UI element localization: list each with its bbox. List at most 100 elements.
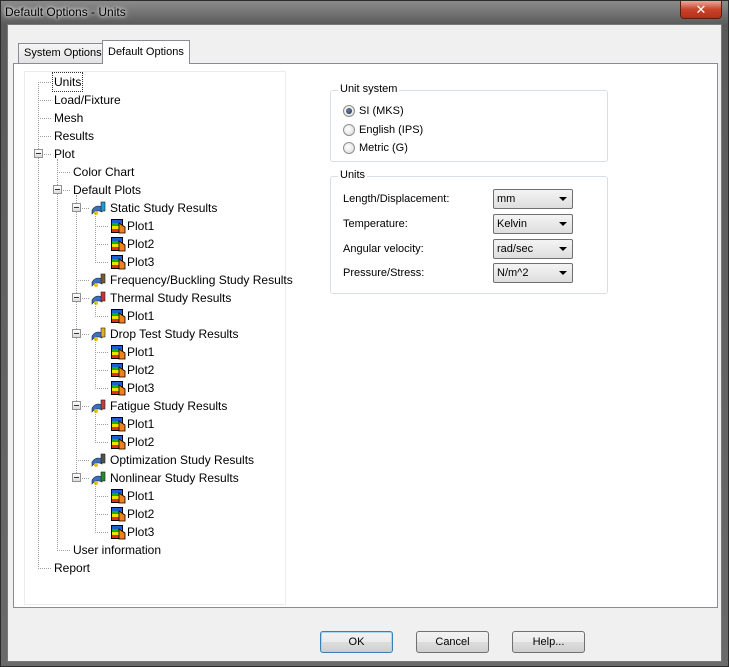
tree-item-label: Plot3 [127,381,155,395]
collapse-icon[interactable] [72,473,81,482]
unit-system-title: Unit system [338,83,400,95]
radio-si-label: SI (MKS) [359,105,404,117]
tree-item-results[interactable]: Results [53,127,95,145]
tab-default-options[interactable]: Default Options [102,40,190,64]
tree-item-drop-study[interactable]: Drop Test Study Results [91,325,240,343]
tree-item-label: Results [54,129,95,143]
tree-connector [95,244,108,245]
title-bar[interactable]: Default Options - Units [1,1,728,23]
tree-item-frequency-study[interactable]: Frequency/Buckling Study Results [91,271,294,289]
tab-panel: Units Load/Fixture Mesh Results Plot Color Ch… [13,63,718,608]
tree-connector [76,460,89,461]
tree-item-units[interactable]: Units [51,72,84,92]
tree-item-user-information[interactable]: User information [72,541,162,559]
units-title: Units [338,169,368,181]
tree-connector [95,442,108,443]
tree-item-drop-plot[interactable]: Plot1 [110,343,155,361]
radio-metric-button[interactable] [343,142,355,154]
drop-study-icon [91,327,106,341]
tree-item-label: Optimization Study Results [110,453,255,467]
tree-connector [95,213,96,263]
tree-item-default-plots[interactable]: Default Plots [72,181,142,199]
dialog-window: Default Options - Units ✕ System Options… [0,0,729,667]
tree-connector [95,352,108,353]
radio-si[interactable]: SI (MKS) [343,103,404,119]
tree-connector [95,370,108,371]
options-tree[interactable]: Units Load/Fixture Mesh Results Plot Color Ch… [24,71,293,605]
collapse-icon[interactable] [72,293,81,302]
tab-system-options[interactable]: System Options [18,43,108,63]
tree-connector [95,483,96,533]
tree-item-drop-plot[interactable]: Plot3 [110,379,155,397]
tree-item-fatigue-plot[interactable]: Plot2 [110,433,155,451]
tree-item-report[interactable]: Report [53,559,91,577]
chevron-down-icon [559,222,567,226]
collapse-icon[interactable] [72,329,81,338]
tree-connector [38,118,51,119]
collapse-icon[interactable] [34,149,43,158]
pressure-label: Pressure/Stress: [343,267,425,279]
temperature-select[interactable]: Kelvin [493,214,573,234]
tree-connector [38,100,51,101]
tree-item-label: Units [51,72,84,92]
tree-item-color-chart[interactable]: Color Chart [72,163,135,181]
plot-icon [111,219,126,234]
units-group: Units Length/Displacement: mm Temperatur… [330,169,608,294]
tree-item-fatigue-plot[interactable]: Plot1 [110,415,155,433]
tree-connector [95,424,108,425]
tree-item-label: Plot3 [127,255,155,269]
unit-system-group: Unit system SI (MKS) English (IPS) Metri… [330,83,608,162]
plot-icon [111,417,126,432]
tree-item-drop-plot[interactable]: Plot2 [110,361,155,379]
tree-item-label: Plot2 [127,435,155,449]
pressure-value: N/m^2 [497,267,529,279]
dialog-client: System Options Default Options Units Load… [7,24,722,662]
angular-velocity-select[interactable]: rad/sec [493,239,573,259]
tree-item-label: Drop Test Study Results [110,327,239,341]
static-study-icon [91,201,106,215]
plot-icon [111,435,126,450]
thermal-study-icon [91,291,106,305]
close-button[interactable]: ✕ [680,1,722,19]
tree-item-label: Plot2 [127,507,155,521]
tree-connector [95,339,96,389]
tree-item-label: Plot1 [127,309,155,323]
tree-item-nonlinear-plot[interactable]: Plot3 [110,523,155,541]
plot-icon [111,345,126,360]
tree-connector [57,550,70,551]
tree-item-optimization-study[interactable]: Optimization Study Results [91,451,255,469]
length-label: Length/Displacement: [343,193,450,205]
tree-item-label: Plot2 [127,237,155,251]
tree-connector [57,159,58,551]
radio-si-button[interactable] [343,105,355,117]
tree-item-nonlinear-study[interactable]: Nonlinear Study Results [91,469,240,487]
tree-connector [95,411,96,443]
tree-item-static-plot[interactable]: Plot2 [110,235,155,253]
plot-icon [111,237,126,252]
ok-button[interactable]: OK [320,631,393,653]
tree-item-static-plot[interactable]: Plot1 [110,217,155,235]
plot-icon [111,381,126,396]
radio-english-button[interactable] [343,124,355,136]
collapse-icon[interactable] [53,185,62,194]
tree-item-static-study[interactable]: Static Study Results [91,199,218,217]
help-button[interactable]: Help... [512,631,585,653]
tree-connector [38,82,51,83]
cancel-button[interactable]: Cancel [416,631,489,653]
tree-item-mesh[interactable]: Mesh [53,109,84,127]
tree-item-nonlinear-plot[interactable]: Plot2 [110,505,155,523]
tree-item-nonlinear-plot[interactable]: Plot1 [110,487,155,505]
tree-item-static-plot[interactable]: Plot3 [110,253,155,271]
collapse-icon[interactable] [72,203,81,212]
tree-item-thermal-study[interactable]: Thermal Study Results [91,289,232,307]
radio-english[interactable]: English (IPS) [343,122,423,138]
radio-metric[interactable]: Metric (G) [343,140,408,156]
nonlinear-study-icon [91,471,106,485]
tree-item-fatigue-study[interactable]: Fatigue Study Results [91,397,228,415]
length-select[interactable]: mm [493,189,573,209]
tree-item-load-fixture[interactable]: Load/Fixture [53,91,122,109]
temperature-value: Kelvin [497,218,527,230]
tree-item-thermal-plot[interactable]: Plot1 [110,307,155,325]
collapse-icon[interactable] [72,401,81,410]
pressure-select[interactable]: N/m^2 [493,263,573,283]
